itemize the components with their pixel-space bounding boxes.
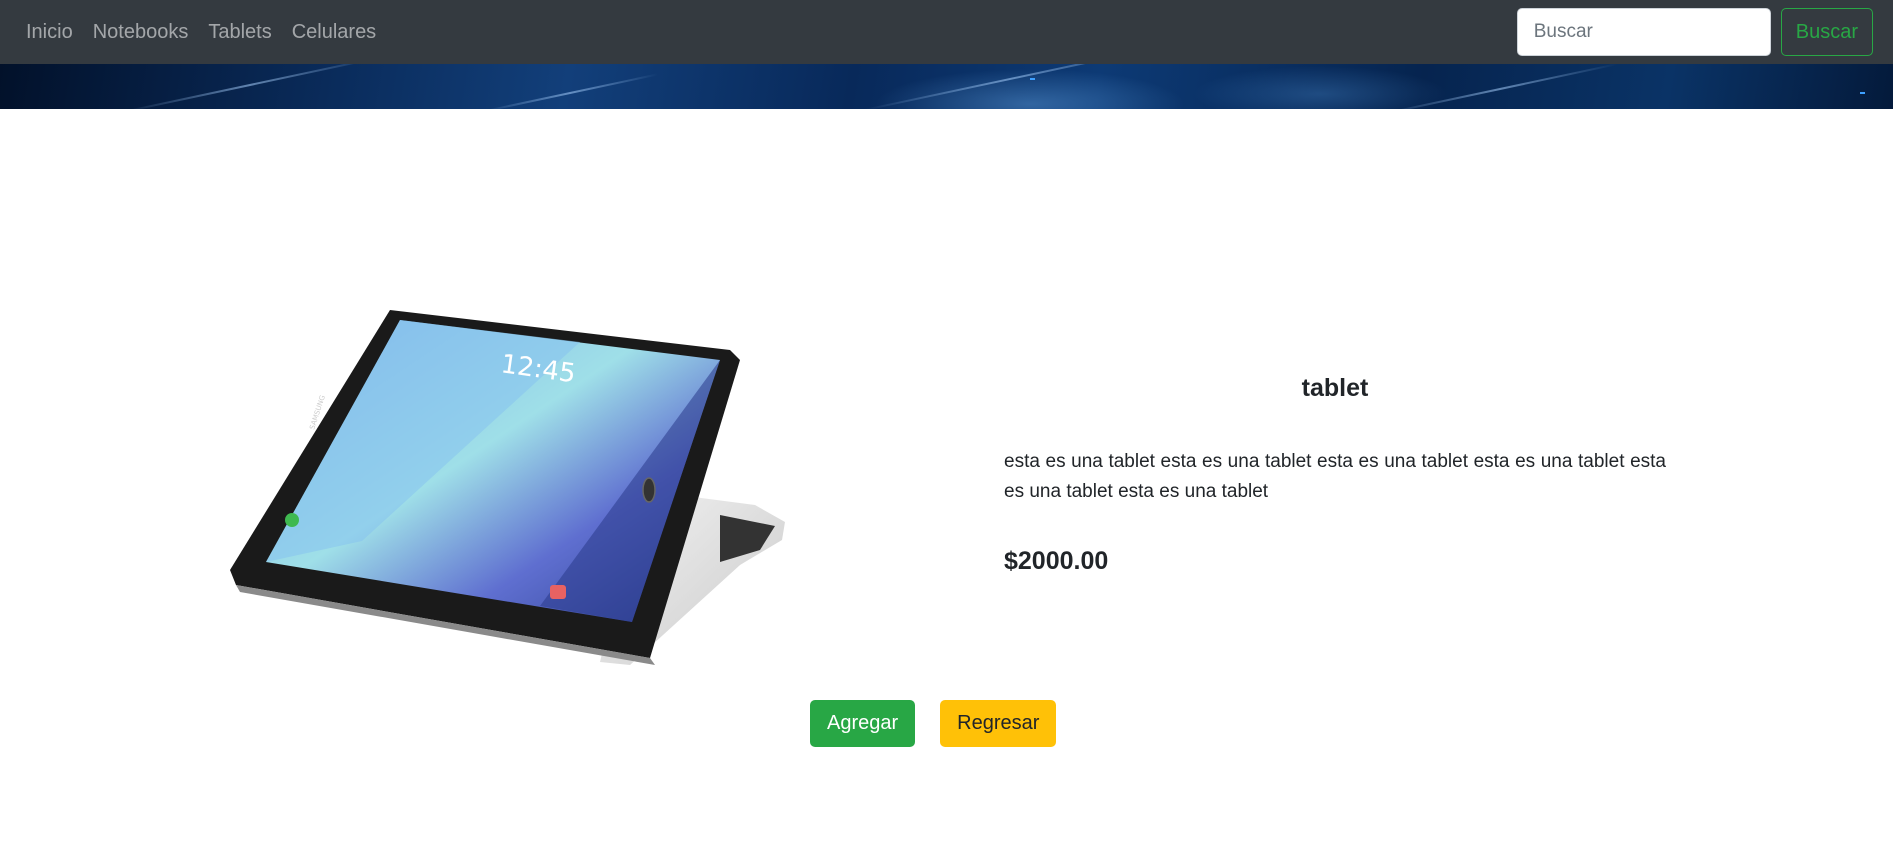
header-banner xyxy=(0,64,1893,109)
nav-link-inicio[interactable]: Inicio xyxy=(26,21,73,44)
product-info: tablet esta es una tablet esta es una ta… xyxy=(1004,374,1666,576)
search-input[interactable] xyxy=(1516,8,1771,56)
tablet-icon: 12:45 SAMSUNG xyxy=(230,310,785,665)
banner-sparkle xyxy=(1860,92,1865,94)
add-to-cart-button[interactable]: Agregar xyxy=(810,700,916,747)
nav-link-notebooks[interactable]: Notebooks xyxy=(93,21,189,44)
product-title: tablet xyxy=(1301,374,1369,402)
nav-link-tablets[interactable]: Tablets xyxy=(208,21,271,44)
banner-sparkle xyxy=(1030,78,1035,80)
search-button[interactable]: Buscar xyxy=(1780,8,1873,56)
search-form: Buscar xyxy=(1516,8,1873,56)
back-button[interactable]: Regresar xyxy=(940,700,1057,747)
nav-link-celulares[interactable]: Celulares xyxy=(292,21,376,44)
nav-links: Inicio Notebooks Tablets Celulares xyxy=(26,21,376,44)
product-image: 12:45 SAMSUNG xyxy=(200,300,820,670)
product-actions: Agregar Regresar xyxy=(810,700,1057,747)
top-navbar: Inicio Notebooks Tablets Celulares Busca… xyxy=(0,0,1893,64)
product-description: esta es una tablet esta es una tablet es… xyxy=(1004,451,1666,502)
product-price: $2000.00 xyxy=(1004,547,1109,575)
